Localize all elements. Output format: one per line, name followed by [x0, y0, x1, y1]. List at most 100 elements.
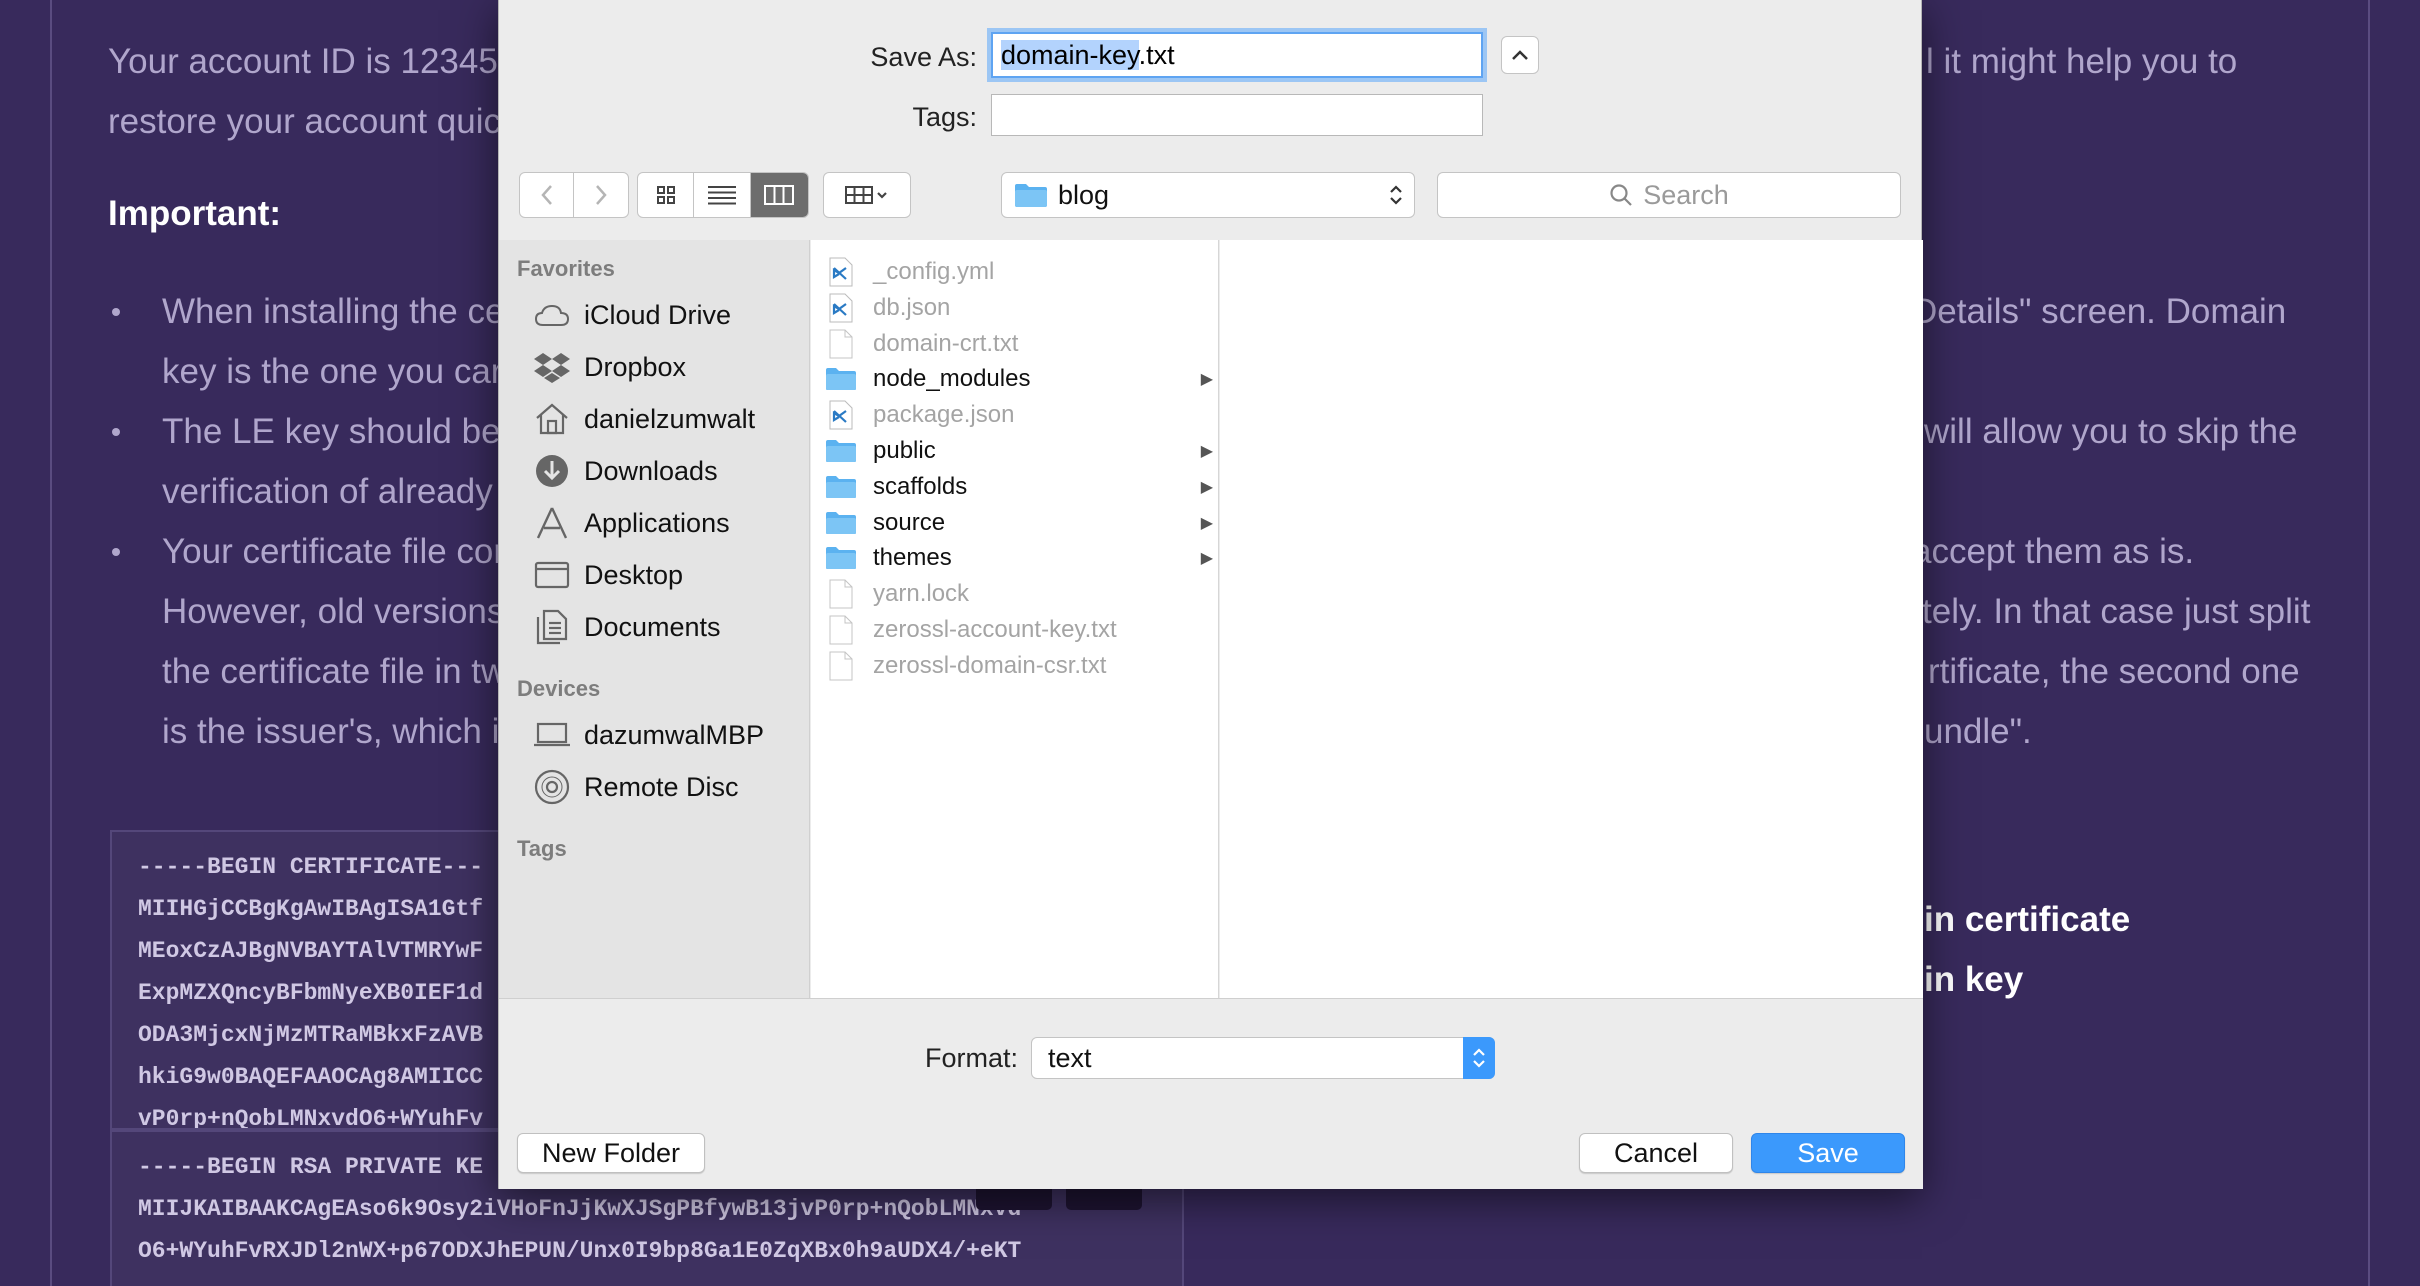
file-item: yarn.lock	[811, 576, 1219, 612]
list-view-button[interactable]	[694, 173, 751, 217]
cert-line: vP0rp+nQobLMNxvdO6+WYuhFv	[138, 1106, 484, 1130]
list-icon	[708, 186, 737, 205]
sidebar-item-label: Remote Disc	[584, 771, 739, 802]
file-name: zerossl-domain-csr.txt	[873, 651, 1107, 679]
bullet-1-line-2: key is the one you car	[162, 352, 503, 391]
preview-column	[1220, 240, 1923, 998]
vscode-file-icon	[829, 257, 853, 287]
file-icon-wrap	[825, 364, 857, 394]
sidebar-item-label: Downloads	[584, 455, 718, 486]
folder-item[interactable]: node_modules ▶	[811, 361, 1219, 397]
chevron-right-icon	[596, 185, 607, 205]
group-by-button[interactable]	[823, 172, 911, 218]
save-button[interactable]: Save	[1751, 1133, 1905, 1173]
file-icon-wrap	[825, 651, 857, 681]
home-icon	[536, 403, 568, 435]
domain-certificate-label: in certificate	[1924, 900, 2131, 939]
cert-line: ExpMZXQncyBFbmNyeXB0IEF1d	[138, 980, 484, 1006]
bullet-3-line-1-right: accept them as is.	[1912, 532, 2195, 571]
sidebar-item-desktop[interactable]: Desktop	[499, 550, 810, 600]
file-icon-wrap	[825, 543, 857, 573]
sidebar-item-label: dazumwalMBP	[584, 719, 765, 750]
vscode-file-icon	[829, 400, 853, 430]
key-line: MIIJKAIBAAKCAgEAso6k9Osy2iVHoFnJjKwXJSgP…	[138, 1196, 1022, 1222]
file-name: _config.yml	[873, 258, 995, 285]
applications-icon	[536, 507, 568, 539]
sidebar-item-remote-disc[interactable]: Remote Disc	[499, 762, 810, 812]
sidebar-item-downloads[interactable]: Downloads	[499, 446, 810, 496]
tags-input[interactable]	[991, 94, 1483, 136]
bullet-3-line-4: is the issuer's, which i	[162, 712, 500, 751]
file-name: scaffolds	[873, 472, 968, 500]
favorites-header: Favorites	[517, 256, 615, 281]
save-as-input[interactable]: domain-key.txt	[991, 32, 1483, 78]
group-icon	[845, 186, 887, 204]
sidebar-item-applications[interactable]: Applications	[499, 498, 810, 548]
collapse-button[interactable]	[1501, 36, 1539, 74]
file-item: _config.yml	[811, 254, 1219, 290]
cert-line: hkiG9w0BAQEFAAOCAg8AMIICC	[138, 1064, 484, 1090]
folder-icon	[826, 368, 856, 391]
disclosure-arrow-icon: ▶	[1200, 371, 1213, 389]
download-icon	[536, 455, 568, 487]
save-as-label: Save As:	[870, 42, 977, 72]
bullet-dot	[112, 308, 120, 316]
tags-label: Tags:	[912, 102, 977, 132]
columns-icon	[764, 185, 795, 205]
folder-icon	[826, 475, 856, 498]
page-border-left	[50, 0, 52, 1286]
sidebar-item-home[interactable]: danielzumwalt	[499, 394, 810, 444]
file-name: yarn.lock	[873, 580, 970, 608]
file-item: package.json	[811, 397, 1219, 433]
column-view-button[interactable]	[750, 173, 808, 217]
search-field[interactable]: Search	[1437, 172, 1901, 218]
format-stepper	[1463, 1037, 1495, 1079]
file-icon-wrap	[825, 615, 857, 645]
file-name: zerossl-account-key.txt	[873, 616, 1117, 643]
sidebar: Favorites iCloud Drive Dropbox danielzum…	[499, 240, 810, 998]
search-placeholder: Search	[1643, 179, 1729, 210]
location-popup[interactable]: blog	[1001, 172, 1415, 218]
icon-view-button[interactable]	[638, 173, 695, 217]
sidebar-item-dazumwalmbp[interactable]: dazumwalMBP	[499, 710, 810, 760]
sidebar-item-icloud-drive[interactable]: iCloud Drive	[499, 290, 810, 340]
disclosure-arrow-icon: ▶	[1200, 550, 1213, 568]
file-name: source	[873, 508, 946, 536]
text-file-icon	[829, 329, 853, 359]
folder-item[interactable]: scaffolds ▶	[811, 469, 1219, 505]
file-name: domain-crt.txt	[873, 329, 1019, 357]
intro-line-right: l it might help you to	[1926, 42, 2238, 81]
chevron-up-icon	[1512, 50, 1528, 60]
sidebar-item-label: Desktop	[584, 559, 684, 590]
location-label: blog	[1058, 179, 1110, 210]
folder-item[interactable]: themes ▶	[811, 540, 1219, 576]
bullet-2-line-2: verification of already	[162, 472, 493, 511]
new-folder-button[interactable]: New Folder	[517, 1133, 705, 1173]
folder-icon	[826, 547, 856, 570]
text-file-icon	[829, 615, 853, 645]
bullet-1-line-1-right: Details" screen. Domain	[1912, 292, 2287, 331]
format-popup[interactable]: text	[1031, 1037, 1495, 1079]
sidebar-item-label: iCloud Drive	[584, 299, 732, 330]
cancel-button[interactable]: Cancel	[1579, 1133, 1733, 1173]
cert-line: MIIHGjCCBgKgAwIBAgISA1Gtf	[138, 896, 484, 922]
file-icon-wrap	[825, 329, 857, 359]
key-line: O6+WYuhFvRXJDl2nWX+p67ODXJhEPUN/Unx0I9bp…	[138, 1238, 1022, 1264]
key-line: -----BEGIN RSA PRIVATE KE	[138, 1154, 484, 1180]
sidebar-item-dropbox[interactable]: Dropbox	[499, 342, 810, 392]
folder-item[interactable]: source ▶	[811, 505, 1219, 541]
sidebar-item-label: Documents	[584, 611, 721, 642]
sidebar-item-label: Dropbox	[584, 351, 687, 382]
sidebar-item-label: Applications	[584, 507, 730, 538]
back-button[interactable]	[520, 173, 575, 217]
sidebar-item-documents[interactable]: Documents	[499, 602, 810, 652]
folder-icon	[826, 440, 856, 462]
search-icon	[1610, 184, 1632, 206]
file-item: domain-crt.txt	[811, 326, 1219, 362]
folder-icon	[1015, 184, 1047, 207]
folder-item[interactable]: public ▶	[811, 433, 1219, 469]
file-icon-wrap	[825, 400, 857, 430]
forward-button[interactable]	[574, 173, 628, 217]
format-label: Format:	[925, 1043, 1019, 1073]
file-icon-wrap	[825, 293, 857, 323]
